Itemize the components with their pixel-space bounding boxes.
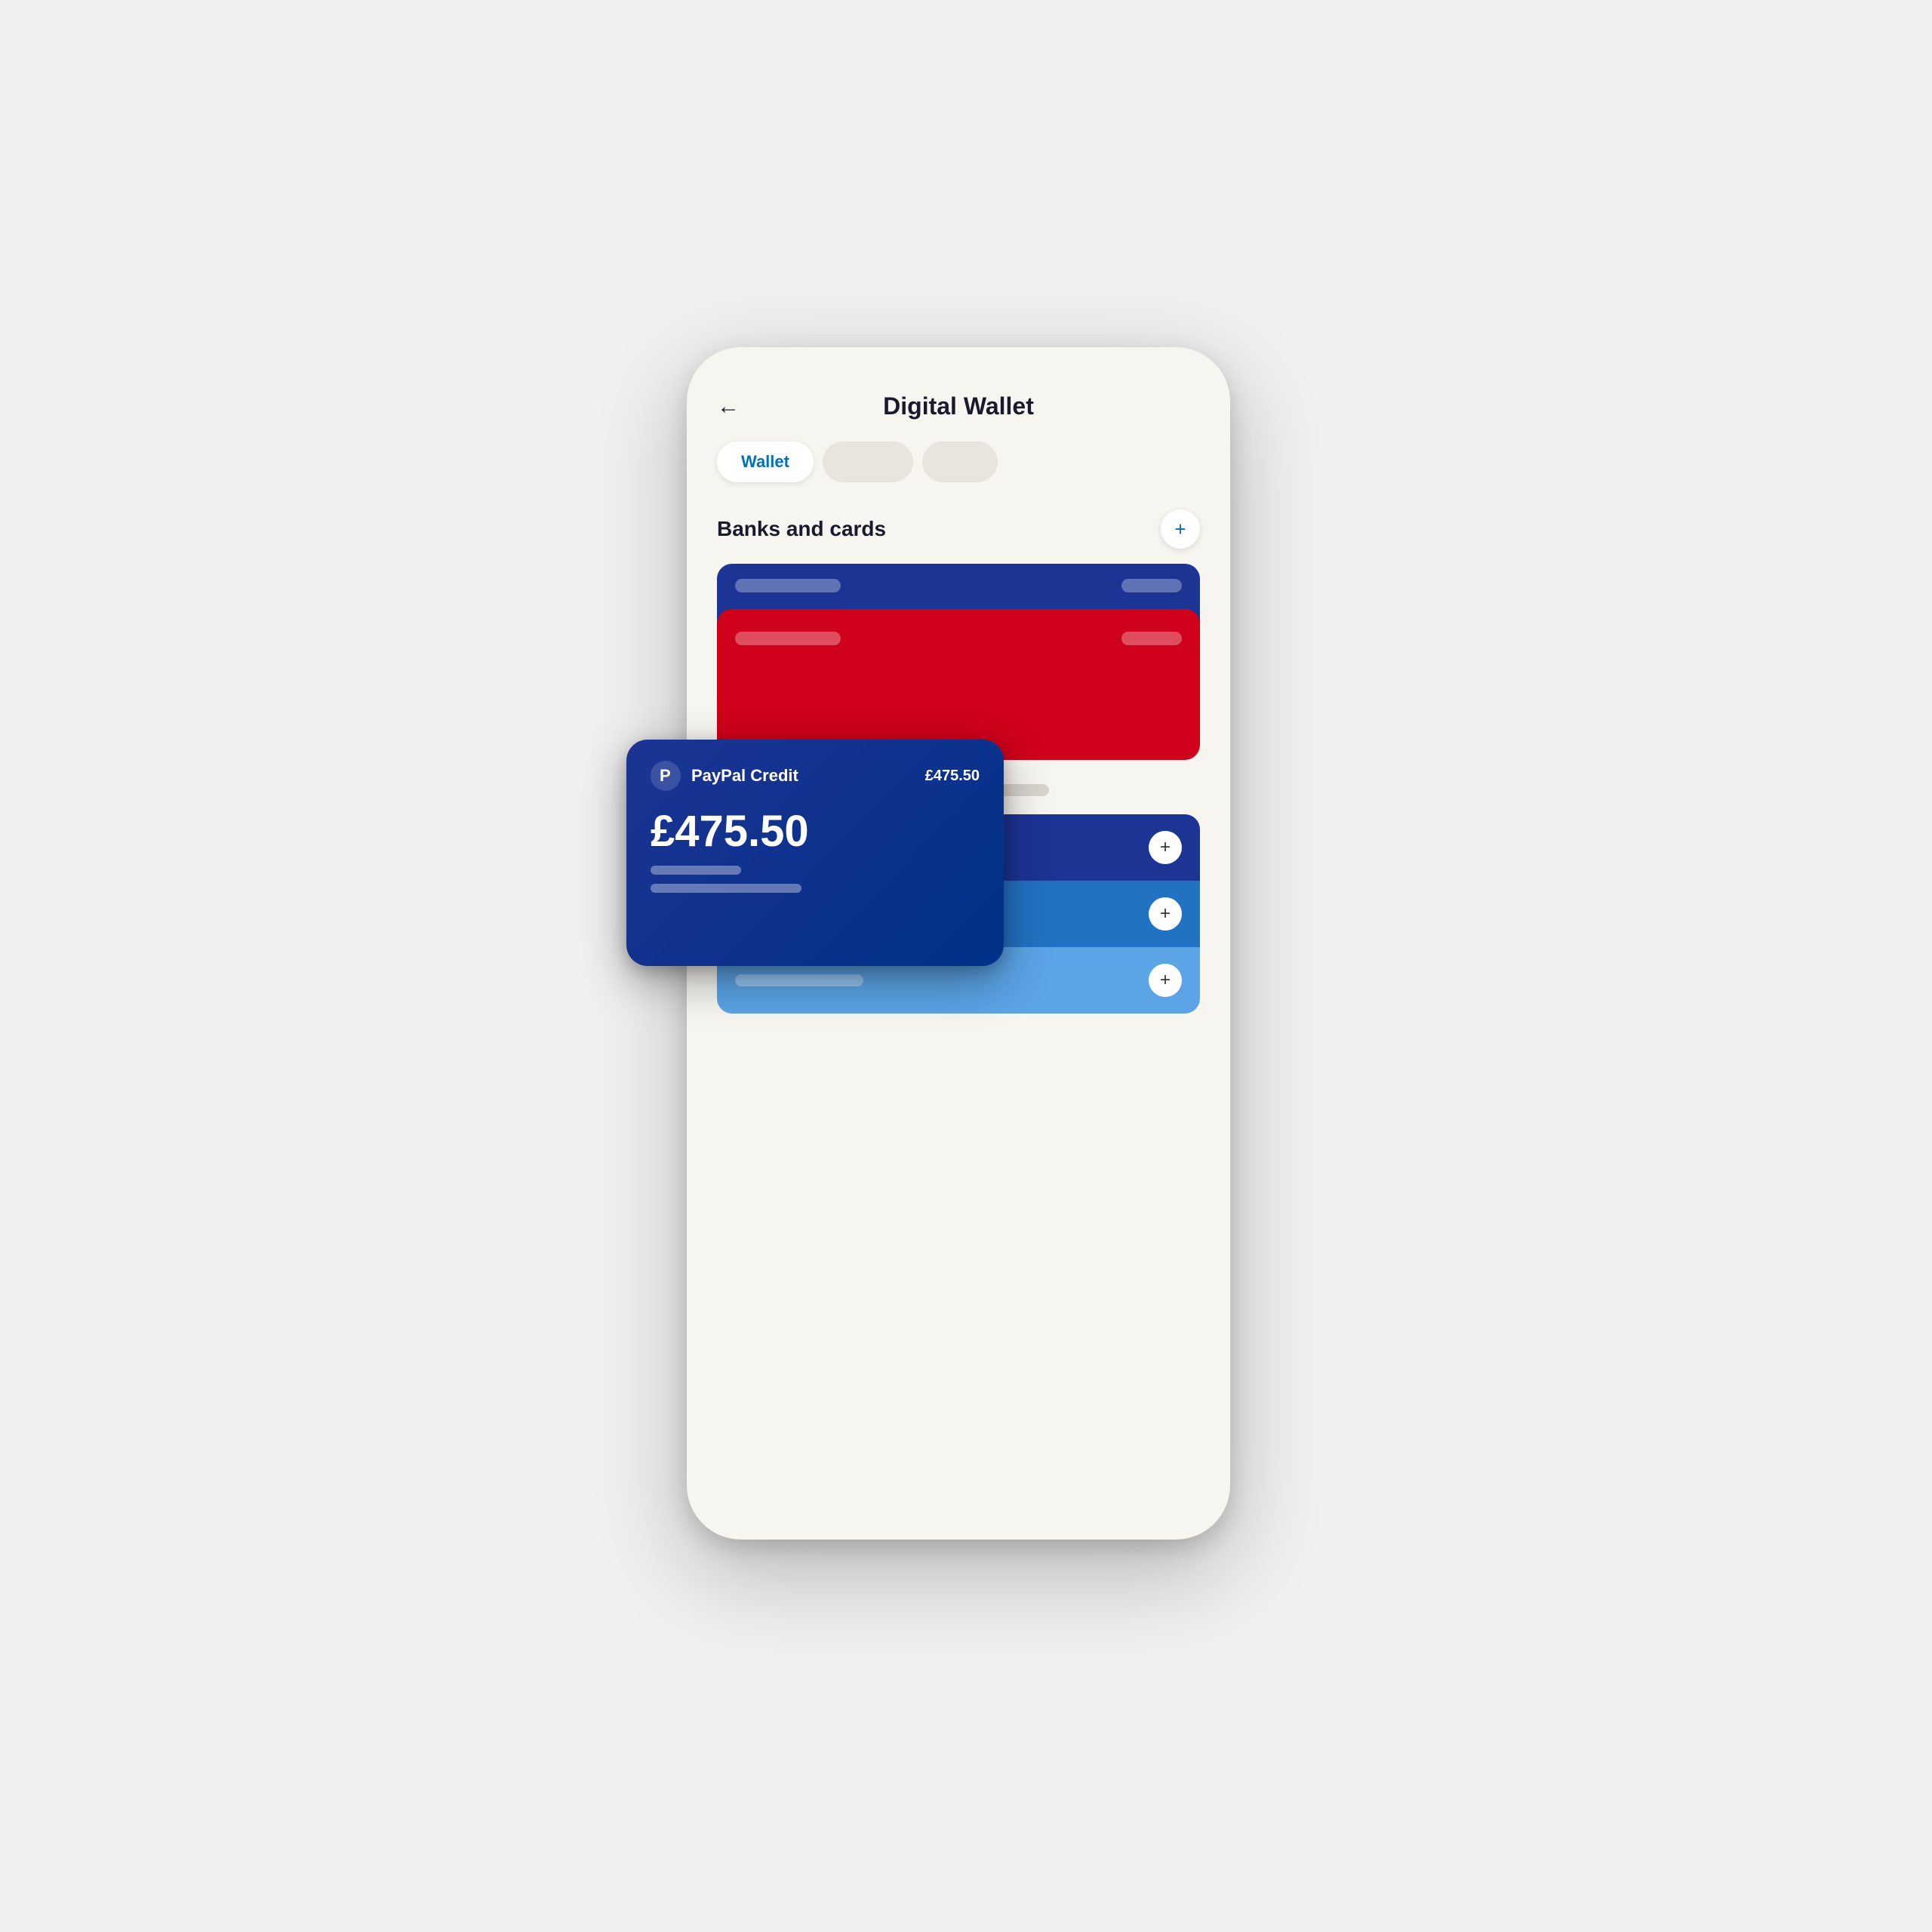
- section-title: Banks and cards: [717, 517, 886, 541]
- tab-wallet[interactable]: Wallet: [717, 441, 814, 482]
- list-item-3-bar: [735, 974, 863, 986]
- section-header: Banks and cards +: [717, 509, 1200, 549]
- card-red-bar-right: [1121, 632, 1182, 645]
- paypal-logo-icon: P: [651, 761, 681, 791]
- paypal-card-header: P PayPal Credit £475.50: [651, 761, 980, 791]
- page-title: Digital Wallet: [883, 392, 1034, 420]
- paypal-card-name: PayPal Credit: [691, 766, 798, 786]
- paypal-card-amount-large: £475.50: [651, 806, 980, 857]
- list-add-btn-3[interactable]: +: [1149, 964, 1182, 997]
- card-bar-left: [735, 579, 841, 592]
- page-header: ← Digital Wallet: [717, 392, 1200, 420]
- card-red[interactable]: [717, 609, 1200, 760]
- paypal-card-amount-header: £475.50: [925, 768, 980, 785]
- list-add-btn-1[interactable]: +: [1149, 831, 1182, 864]
- add-bank-button[interactable]: +: [1161, 509, 1200, 549]
- back-button[interactable]: ←: [717, 394, 740, 420]
- cards-stack: [717, 564, 1200, 760]
- paypal-card-bar-2: [651, 884, 801, 893]
- svg-text:P: P: [660, 766, 671, 785]
- paypal-credit-card[interactable]: P PayPal Credit £475.50 £475.50: [626, 740, 1004, 966]
- tab-2[interactable]: [823, 441, 913, 482]
- scene: ← Digital Wallet Wallet Banks and cards …: [626, 287, 1306, 1645]
- list-add-btn-2[interactable]: +: [1149, 897, 1182, 931]
- tab-3[interactable]: [922, 441, 998, 482]
- paypal-card-bar-1: [651, 866, 741, 875]
- paypal-logo-area: P PayPal Credit: [651, 761, 798, 791]
- tab-bar: Wallet: [717, 441, 1200, 482]
- card-red-bar-left: [735, 632, 841, 645]
- card-bar-right: [1121, 579, 1182, 592]
